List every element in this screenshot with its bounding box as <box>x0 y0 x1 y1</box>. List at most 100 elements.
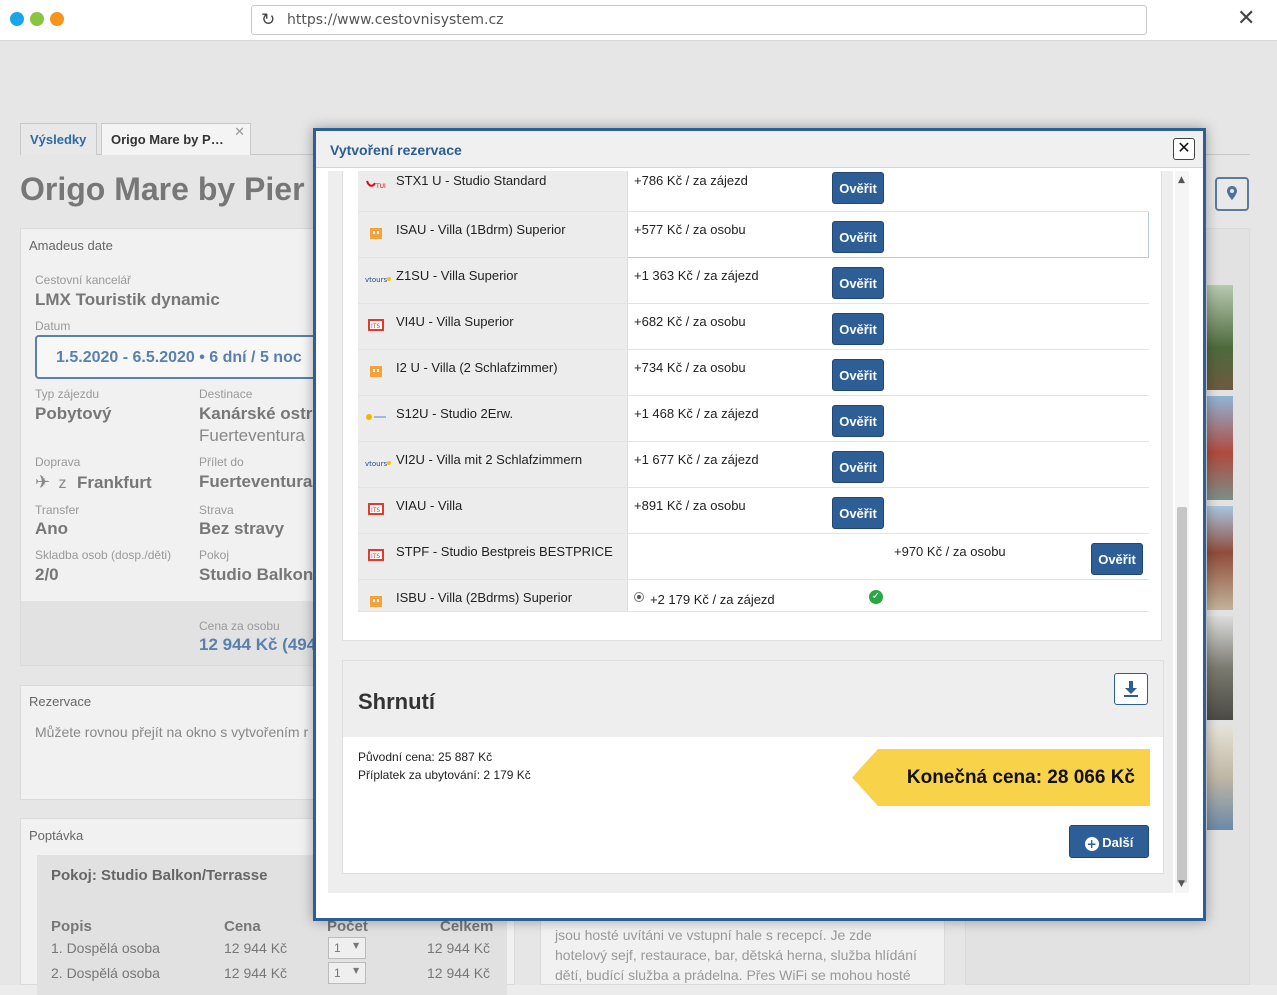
final-price-text: Konečná cena: 28 066 Kč <box>906 767 1135 788</box>
hotel-photo[interactable] <box>1207 726 1233 830</box>
modal-title: Vytvoření rezervace <box>330 142 462 158</box>
provider-logo <box>365 364 387 378</box>
arrival-value: Fuerteventura <box>199 472 313 491</box>
table-row: 2. Dospělá osoba 12 944 Kč 1 ▼ 12 944 Kč <box>51 962 501 987</box>
offer-price-cell: +970 Kč / za osobu Ověřit <box>627 533 1149 580</box>
row-desc: 1. Dospělá osoba <box>51 940 160 956</box>
tab-hotel[interactable]: Origo Mare by P… ✕ <box>101 123 251 155</box>
sun-logo-icon <box>366 414 386 420</box>
offer-name-cell: ISAU - Villa (1Bdrm) Superior <box>358 211 628 258</box>
download-icon <box>1124 681 1138 697</box>
vtours-logo-icon: vtours <box>365 276 391 284</box>
transport-prefix: z <box>58 475 67 492</box>
page-title: Origo Mare by Pier <box>20 171 305 207</box>
summary-panel: Shrnutí Původní cena: 25 887 Kč Příplate… <box>342 660 1164 874</box>
svg-text:vtours: vtours <box>365 276 387 284</box>
offer-price: +2 179 Kč / za zájezd <box>650 592 775 607</box>
description-line: hotelový sejf, restaurace, bar, dětská h… <box>555 947 917 963</box>
scroll-down-icon[interactable]: ▼ <box>1178 879 1185 889</box>
close-window-icon[interactable]: ✕ <box>1237 6 1255 31</box>
hotel-photo[interactable] <box>1207 396 1233 500</box>
verify-button[interactable]: Ověřit <box>832 172 884 204</box>
offer-name-cell: ISBU - Villa (2Bdrms) Superior <box>358 579 628 612</box>
verify-button[interactable]: Ověřit <box>832 451 884 483</box>
board-label: Strava <box>199 503 234 517</box>
price-strip <box>21 601 319 665</box>
qty-select[interactable]: 1 ▼ <box>328 937 366 959</box>
provider-logo <box>365 226 387 240</box>
offer-price-cell: +1 677 Kč / za zájezd Ověřit <box>627 441 1149 488</box>
table-row: ITS VI4U - Villa Superior +682 Kč / za oso… <box>358 303 1149 350</box>
provider-logo: TUI <box>365 177 387 191</box>
offer-price: +891 Kč / za osobu <box>634 498 746 513</box>
next-button[interactable]: + Další <box>1069 825 1149 858</box>
offer-name-cell: ITS VIAU - Villa <box>358 487 628 534</box>
radio-selected-icon[interactable] <box>634 592 644 602</box>
agency-label: Cestovní kancelář <box>35 273 132 287</box>
table-row: ITS STPF - Studio Bestpreis BESTPRICE +970… <box>358 533 1149 580</box>
offer-price: +682 Kč / za osobu <box>634 314 746 329</box>
hotel-photo[interactable] <box>1207 285 1233 390</box>
transfer-label: Transfer <box>35 503 80 517</box>
offer-price: +734 Kč / za osobu <box>634 360 746 375</box>
row-total: 12 944 Kč <box>427 940 491 956</box>
inquiry-header: Poptávka <box>29 828 84 843</box>
scroll-thumb[interactable] <box>1177 507 1187 883</box>
tab-close-icon[interactable]: ✕ <box>234 125 245 140</box>
offer-price: +1 363 Kč / za zájezd <box>634 268 759 283</box>
qty-value: 1 <box>334 941 341 955</box>
inquiry-room-title: Pokoj: Studio Balkon/Terrasse <box>51 867 268 884</box>
tab-hotel-label: Origo Mare by P… <box>111 132 224 147</box>
verify-button[interactable]: Ověřit <box>832 359 884 391</box>
its-logo-icon: ITS <box>368 549 384 561</box>
provider-logo: ITS <box>365 318 387 332</box>
verify-button[interactable]: Ověřit <box>832 267 884 299</box>
tab-results[interactable]: Výsledky <box>20 123 97 155</box>
hotel-photo[interactable] <box>1207 506 1233 610</box>
offer-price-cell: +1 468 Kč / za zájezd Ověřit <box>627 395 1149 442</box>
provider-logo <box>365 594 387 608</box>
plane-icon: ✈ <box>35 472 51 493</box>
reload-icon[interactable]: ↻ <box>261 10 275 30</box>
offer-name-cell: S12U - Studio 2Erw. <box>358 395 628 442</box>
address-bar[interactable]: ↻ https://www.cestovnisystem.cz <box>251 5 1147 35</box>
qty-select[interactable]: 1 ▼ <box>328 962 366 984</box>
provider-logo <box>365 410 387 424</box>
amadeus-header: Amadeus date <box>29 238 113 253</box>
room-value: Studio Balkon <box>199 565 314 584</box>
scroll-up-icon[interactable]: ▲ <box>1178 175 1185 185</box>
modal-close-button[interactable]: ✕ <box>1173 138 1195 160</box>
verify-button[interactable]: Ověřit <box>832 497 884 529</box>
provider-logo: ITS <box>365 548 387 562</box>
verify-button[interactable]: Ověřit <box>832 313 884 345</box>
map-button[interactable] <box>1215 177 1249 211</box>
offer-price: +786 Kč / za zájezd <box>634 173 748 188</box>
offer-price-cell: +682 Kč / za osobu Ověřit <box>627 303 1149 350</box>
modal-scrollbar[interactable]: ▲ ▼ <box>1175 171 1189 893</box>
transport-label: Doprava <box>35 455 81 469</box>
tui-logo-icon: TUI <box>366 180 386 190</box>
offer-price: +1 468 Kč / za zájezd <box>634 406 759 421</box>
offer-name: ISAU - Villa (1Bdrm) Superior <box>396 222 566 237</box>
verify-button[interactable]: Ověřit <box>832 221 884 253</box>
offer-name: I2 U - Villa (2 Schlafzimmer) <box>396 360 558 375</box>
date-field[interactable]: 1.5.2020 - 6.5.2020 • 6 dní / 5 noc <box>35 335 335 379</box>
vtours-logo-icon: vtours <box>365 460 391 468</box>
window-close-dot[interactable] <box>10 12 24 26</box>
inquiry-col-desc: Popis <box>51 918 92 935</box>
window-minimize-dot[interactable] <box>30 12 44 26</box>
offer-name-cell: vtours Z1SU - Villa Superior <box>358 257 628 304</box>
type-value: Pobytový <box>35 404 112 423</box>
modal-header: Vytvoření rezervace ✕ <box>316 131 1203 168</box>
window-maximize-dot[interactable] <box>50 12 64 26</box>
hotel-logo-icon <box>370 366 382 377</box>
download-button[interactable] <box>1114 673 1148 705</box>
table-row: ISAU - Villa (1Bdrm) Superior +577 Kč / z… <box>358 211 1149 258</box>
table-row: TUI STX1 U - Studio Standard +786 Kč / za … <box>358 171 1149 212</box>
map-pin-icon <box>1227 186 1237 200</box>
price-value: 12 944 Kč (494 <box>199 635 317 654</box>
hotel-photo[interactable] <box>1207 616 1233 720</box>
verify-button[interactable]: Ověřit <box>832 405 884 437</box>
verify-button[interactable]: Ověřit <box>1091 543 1143 575</box>
chevron-down-icon: ▼ <box>353 966 360 975</box>
